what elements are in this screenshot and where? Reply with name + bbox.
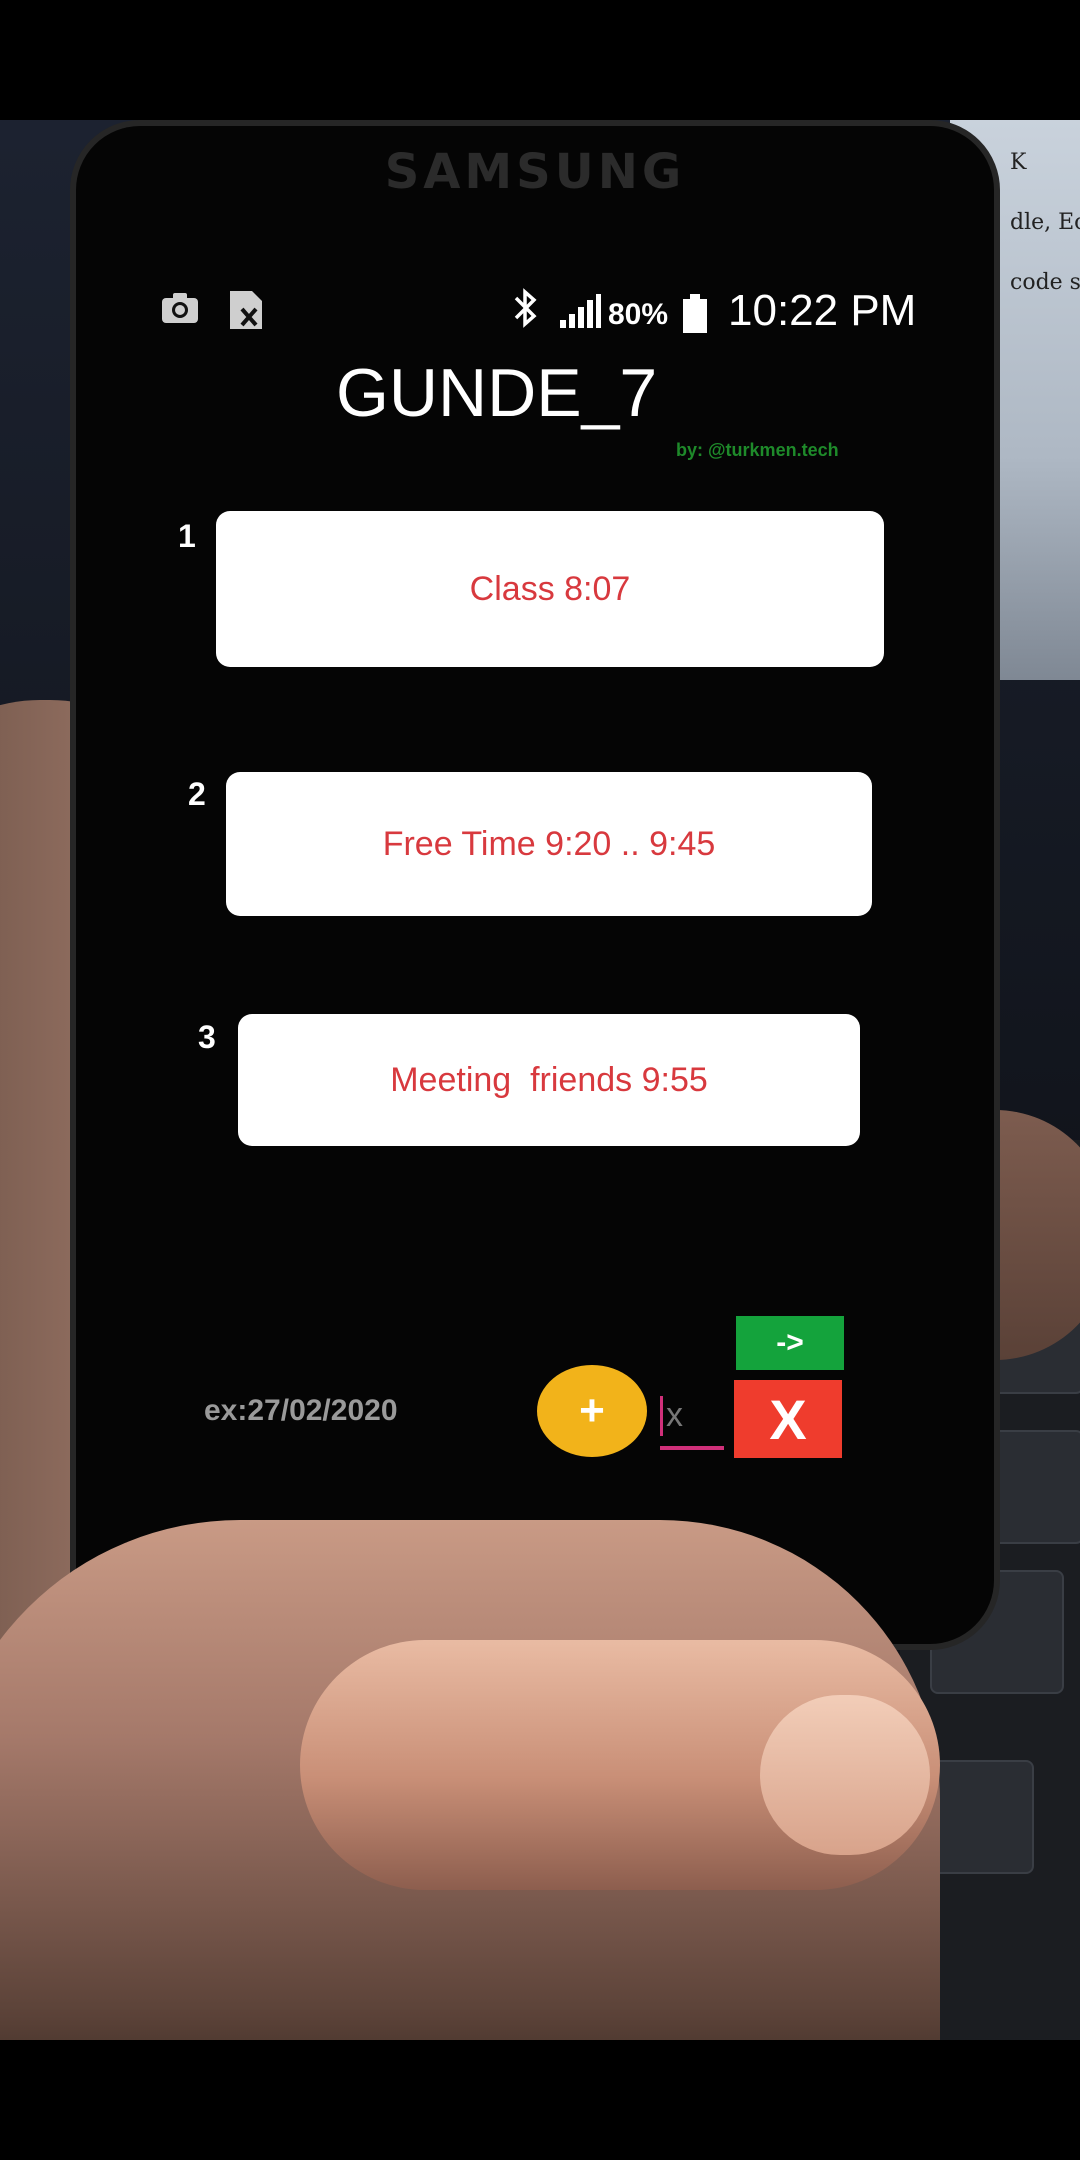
list-item-card[interactable]: Meeting friends 9:55	[238, 1014, 860, 1146]
app-credit: by: @turkmen.tech	[676, 440, 839, 460]
monitor-text-line: code sa	[1010, 270, 1080, 295]
list-item-card[interactable]: Free Time 9:20 .. 9:45	[226, 772, 872, 916]
list-item-card[interactable]: Class 8:07	[216, 511, 884, 667]
monitor-text-line: K	[1010, 150, 1027, 175]
camera-icon	[160, 291, 200, 330]
battery-icon	[682, 294, 708, 339]
item-number: 3	[198, 1019, 216, 1055]
battery-percent: 80%	[608, 298, 669, 331]
next-button[interactable]: ->	[736, 1316, 844, 1370]
thumbnail	[760, 1695, 930, 1855]
sim-card-icon	[228, 289, 264, 336]
item-number: 1	[178, 518, 196, 554]
monitor-text-line: dle, Eclip	[1010, 210, 1080, 235]
signal-icon	[558, 294, 602, 335]
close-button[interactable]: X	[734, 1380, 842, 1458]
phone-brand: SAMSUNG	[384, 144, 686, 200]
photo-background: K dle, Eclip code sa SAMSUNG	[0, 120, 1080, 2040]
add-button[interactable]: +	[537, 1365, 647, 1457]
small-text-input[interactable]: x	[660, 1390, 724, 1450]
bluetooth-icon	[510, 288, 540, 338]
app-title: GUNDE_7	[336, 355, 658, 431]
text-cursor	[660, 1396, 663, 1436]
date-input[interactable]: ex:27/02/2020	[204, 1394, 398, 1428]
item-number: 2	[188, 776, 206, 812]
status-time: 10:22 PM	[728, 286, 917, 335]
small-input-value: x	[666, 1396, 683, 1434]
